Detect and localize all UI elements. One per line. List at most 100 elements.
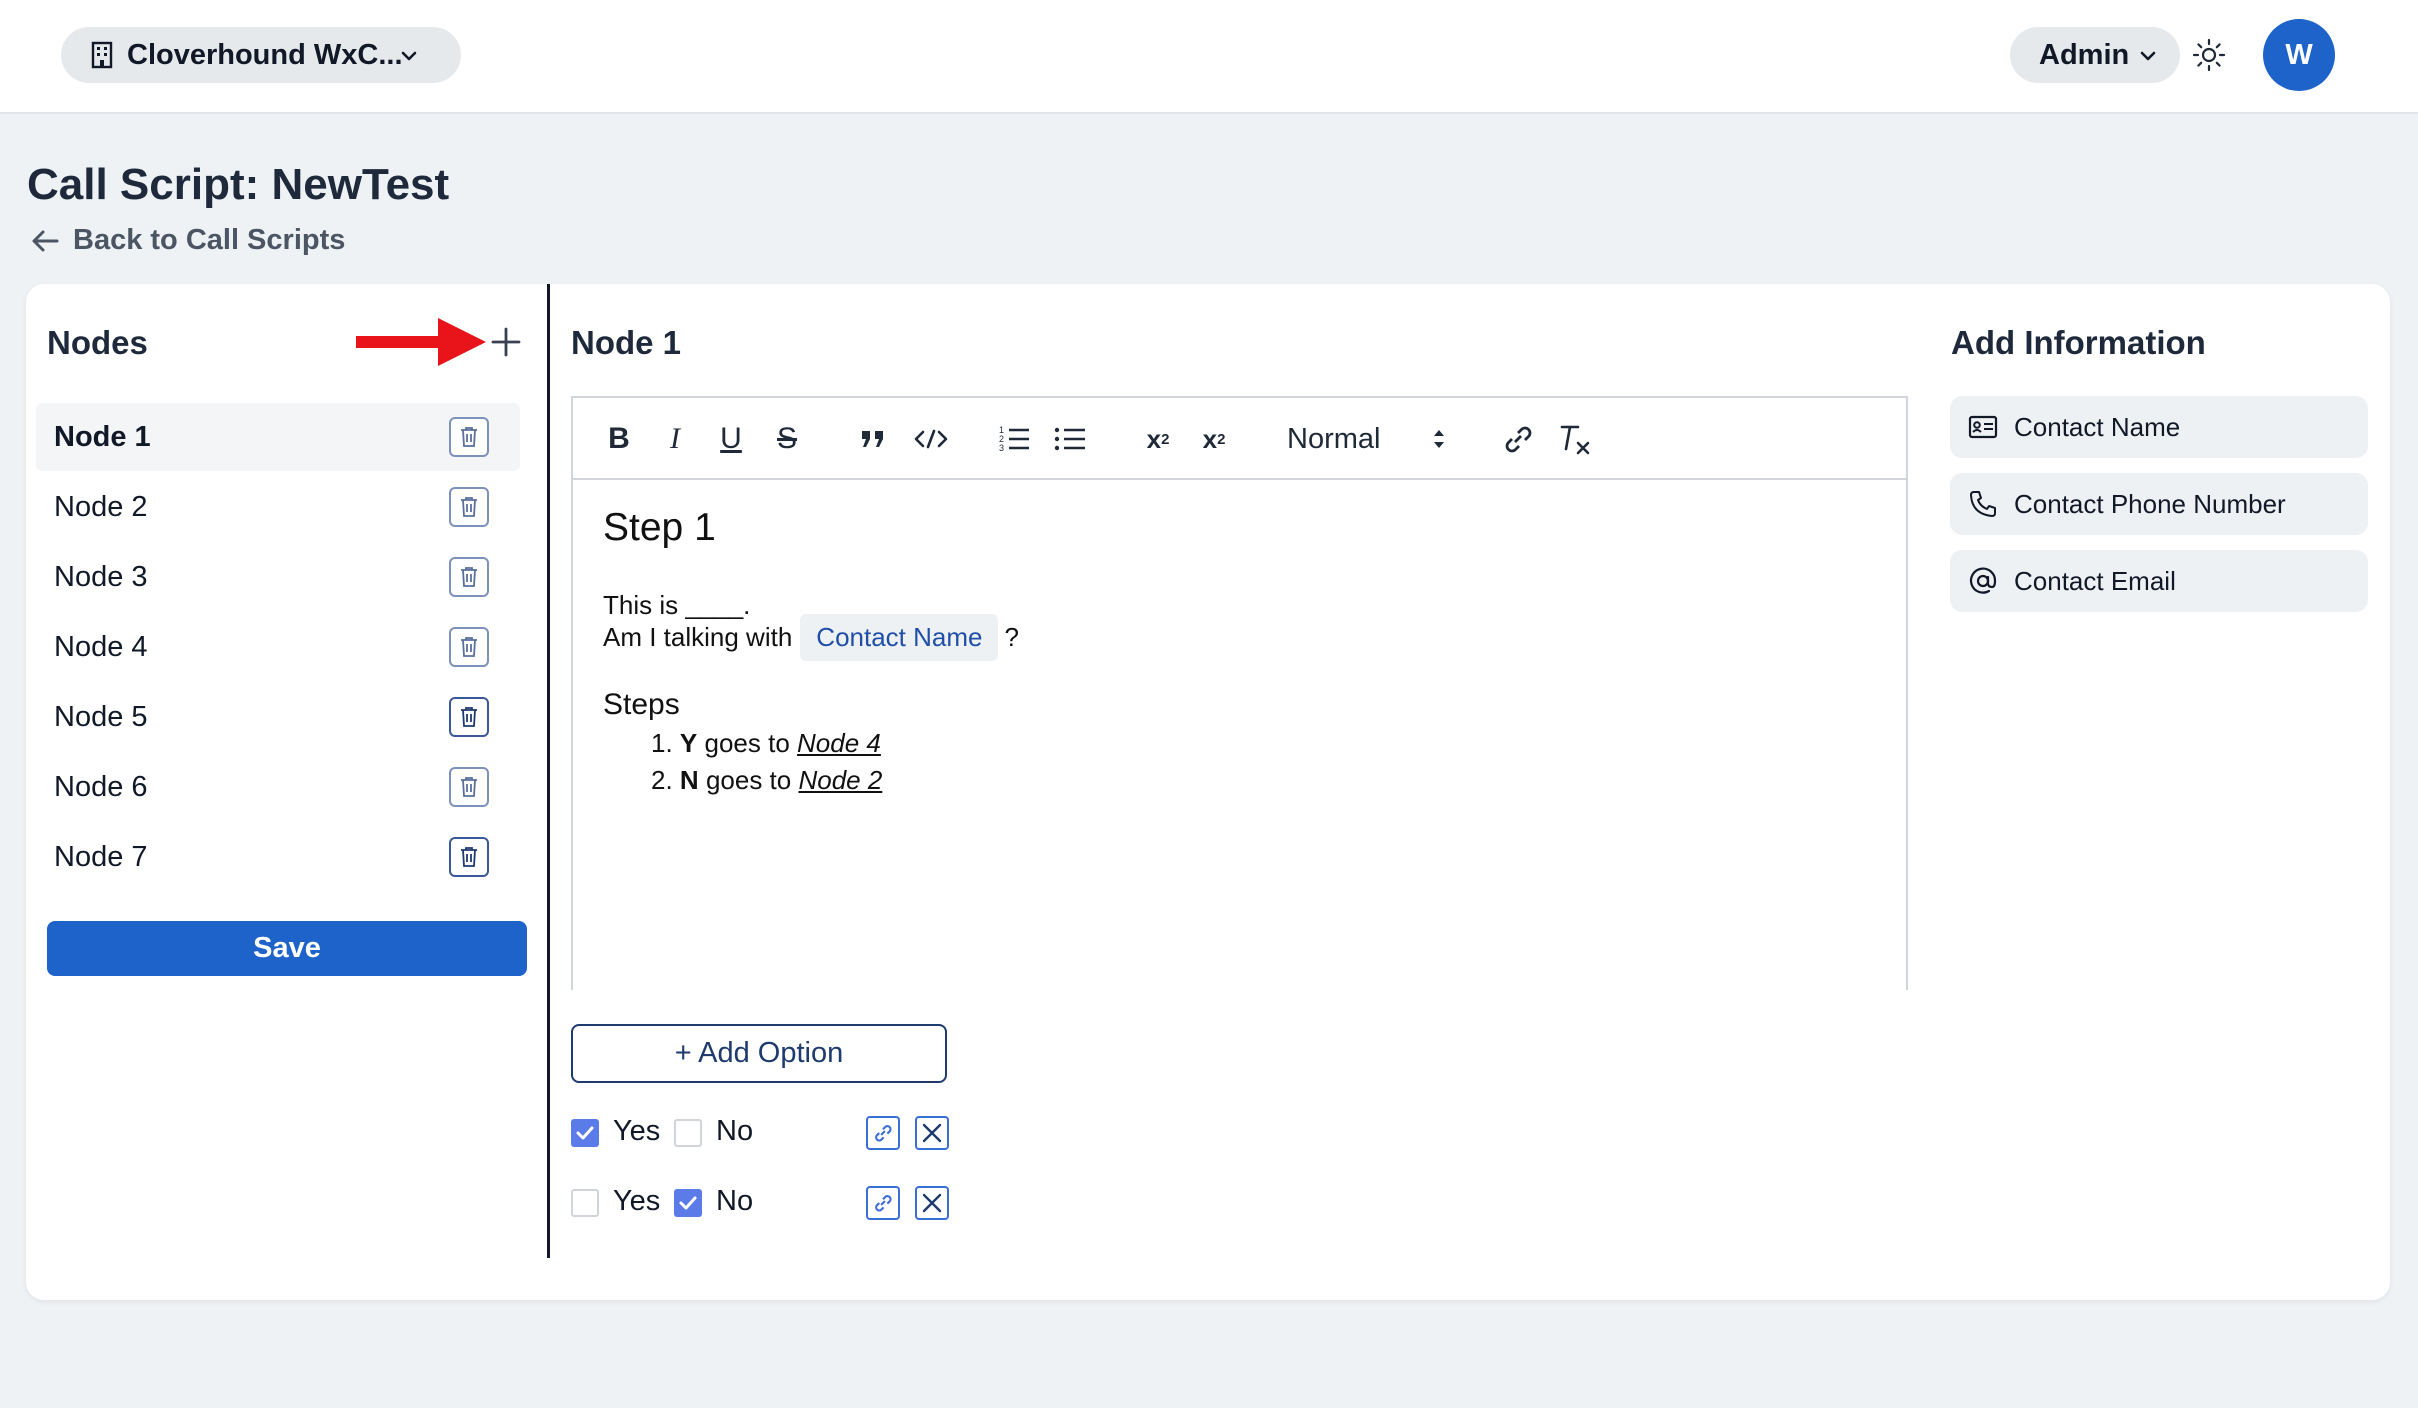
role-switcher[interactable]: Admin xyxy=(2010,27,2180,83)
check-icon xyxy=(679,1196,697,1210)
delete-node-button[interactable] xyxy=(449,487,489,527)
delete-node-button[interactable] xyxy=(449,627,489,667)
remove-option-button[interactable] xyxy=(915,1116,949,1150)
clear-format-icon[interactable] xyxy=(1555,420,1595,458)
option-row: Yes No xyxy=(571,1113,951,1153)
bullet-list-icon[interactable] xyxy=(1051,420,1089,458)
trash-icon xyxy=(461,497,477,517)
option-row: Yes No xyxy=(571,1183,951,1223)
close-icon xyxy=(922,1193,942,1213)
editor-toolbar: B I U S 123 x2 x2 Normal xyxy=(573,398,1906,480)
node-item[interactable]: Node 3 xyxy=(36,543,520,611)
role-label: Admin xyxy=(2039,38,2130,71)
add-contact-email-button[interactable]: Contact Email xyxy=(1950,550,2368,612)
list-key: N xyxy=(679,765,699,795)
page-title: Call Script: NewTest xyxy=(27,160,450,209)
add-contact-name-button[interactable]: Contact Name xyxy=(1950,396,2368,458)
node-label: Node 1 xyxy=(54,420,151,453)
rich-text-editor[interactable]: B I U S 123 x2 x2 Normal Step 1 This is … xyxy=(571,396,1908,990)
phone-icon xyxy=(1970,491,1996,517)
list-item: 2. N goes to Node 2 xyxy=(651,765,882,796)
strikethrough-icon[interactable]: S xyxy=(771,420,803,458)
link-icon[interactable] xyxy=(1499,420,1537,458)
delete-node-button[interactable] xyxy=(449,697,489,737)
chevron-down-icon xyxy=(2140,51,2156,61)
close-icon xyxy=(922,1123,942,1143)
sun-icon[interactable] xyxy=(2192,38,2226,72)
no-checkbox[interactable] xyxy=(674,1189,702,1217)
trash-icon xyxy=(461,847,477,867)
node-item[interactable]: Node 4 xyxy=(36,613,520,681)
content-line: Am I talking with Contact Name? xyxy=(603,614,1019,661)
building-icon xyxy=(91,41,113,69)
content-heading: Step 1 xyxy=(603,506,716,549)
info-label: Contact Name xyxy=(2014,411,2181,442)
no-checkbox[interactable] xyxy=(674,1119,702,1147)
trash-icon xyxy=(461,707,477,727)
user-avatar[interactable]: W xyxy=(2263,19,2335,91)
content-text: Am I talking with xyxy=(603,622,793,652)
node-item[interactable]: Node 6 xyxy=(36,753,520,821)
contact-name-chip[interactable]: Contact Name xyxy=(800,614,999,661)
delete-node-button[interactable] xyxy=(449,557,489,597)
blockquote-icon[interactable] xyxy=(855,420,891,458)
node-item[interactable]: Node 5 xyxy=(36,683,520,751)
superscript-icon[interactable]: x2 xyxy=(1195,420,1233,458)
format-select[interactable]: Normal xyxy=(1287,420,1446,458)
chevron-down-icon xyxy=(401,51,417,61)
yes-checkbox[interactable] xyxy=(571,1119,599,1147)
node-label: Node 5 xyxy=(54,700,148,733)
node-link[interactable]: Node 4 xyxy=(797,728,881,758)
delete-node-button[interactable] xyxy=(449,837,489,877)
updown-icon xyxy=(1434,430,1445,448)
save-button[interactable]: Save xyxy=(47,921,527,976)
id-card-icon xyxy=(1968,415,1998,439)
panel-divider xyxy=(547,284,550,1258)
org-switcher[interactable]: Cloverhound WxC... xyxy=(61,27,461,83)
info-label: Contact Phone Number xyxy=(2014,488,2286,519)
subscript-icon[interactable]: x2 xyxy=(1139,420,1177,458)
arrow-left-icon xyxy=(32,230,59,251)
yes-label: Yes xyxy=(613,1115,661,1147)
trash-icon xyxy=(461,777,477,797)
link-option-button[interactable] xyxy=(866,1116,900,1150)
editor-content: Step 1 This is ____. Am I talking with Co… xyxy=(603,506,1019,795)
delete-node-button[interactable] xyxy=(449,417,489,457)
no-label: No xyxy=(716,1185,754,1217)
back-link[interactable]: Back to Call Scripts xyxy=(31,224,345,257)
link-option-button[interactable] xyxy=(866,1186,900,1220)
node-label: Node 6 xyxy=(54,770,148,803)
node-item[interactable]: Node 1 xyxy=(36,403,520,471)
yes-label: Yes xyxy=(613,1185,661,1217)
trash-icon xyxy=(461,567,477,587)
node-item[interactable]: Node 2 xyxy=(36,473,520,541)
delete-node-button[interactable] xyxy=(449,767,489,807)
remove-option-button[interactable] xyxy=(915,1186,949,1220)
svg-text:3: 3 xyxy=(999,443,1004,453)
at-sign-icon xyxy=(1969,567,1997,594)
bold-icon[interactable]: B xyxy=(603,420,635,458)
link-icon xyxy=(875,1125,892,1142)
add-contact-phone-button[interactable]: Contact Phone Number xyxy=(1950,473,2368,535)
editor-title: Node 1 xyxy=(571,324,682,361)
node-label: Node 3 xyxy=(54,560,148,593)
italic-icon[interactable]: I xyxy=(659,420,691,458)
yes-checkbox[interactable] xyxy=(571,1189,599,1217)
add-node-button[interactable] xyxy=(490,326,522,358)
ordered-list-icon[interactable]: 123 xyxy=(995,420,1033,458)
list-key: Y xyxy=(679,728,698,758)
add-option-button[interactable]: + Add Option xyxy=(571,1024,947,1083)
format-select-value: Normal xyxy=(1287,422,1381,455)
node-label: Node 2 xyxy=(54,490,148,523)
content-text: ? xyxy=(1004,622,1019,652)
list-number: 2. xyxy=(651,765,673,795)
underline-icon[interactable]: U xyxy=(715,420,747,458)
node-item[interactable]: Node 7 xyxy=(36,823,520,891)
check-icon xyxy=(576,1126,594,1140)
link-icon xyxy=(875,1195,892,1212)
steps-heading: Steps xyxy=(603,688,680,721)
node-link[interactable]: Node 2 xyxy=(798,765,882,795)
list-text: goes to xyxy=(704,728,790,758)
list-text: goes to xyxy=(705,765,792,795)
code-icon[interactable] xyxy=(911,420,951,458)
